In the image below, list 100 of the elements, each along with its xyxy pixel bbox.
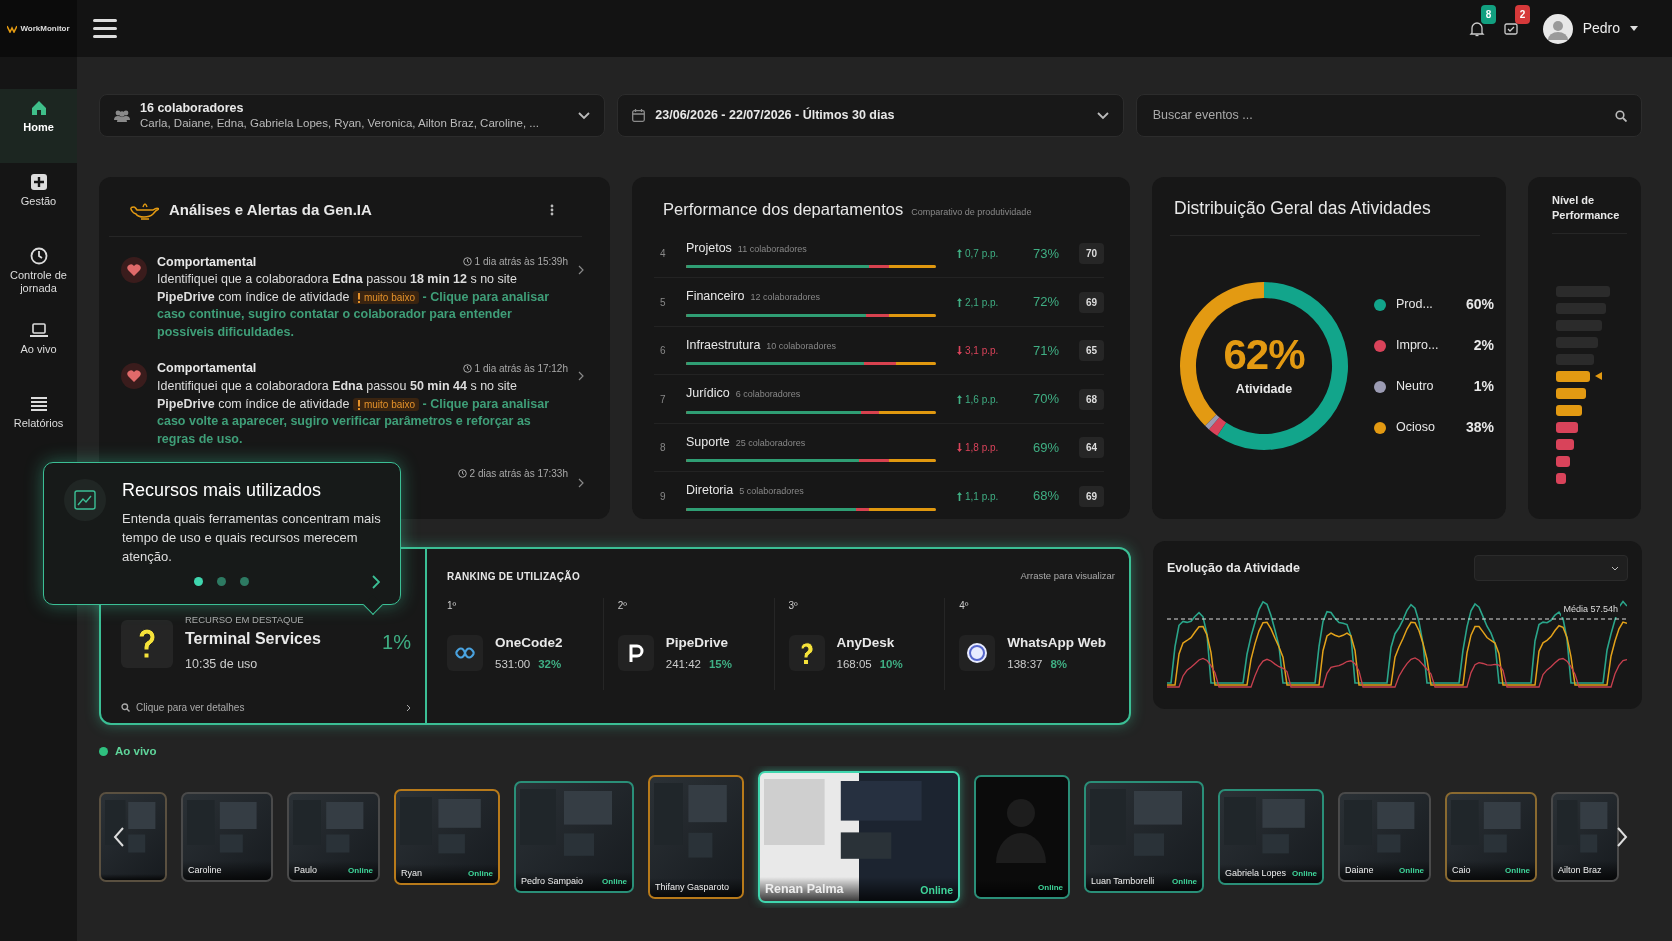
screen-thumbnail[interactable]: Ryan Online bbox=[394, 789, 500, 886]
usage-time: 531:00 bbox=[495, 657, 531, 673]
member-count: 11 colaboradores bbox=[737, 242, 807, 256]
legend-value: 1% bbox=[1472, 377, 1494, 397]
screen-thumbnail[interactable]: Paulo Online bbox=[287, 792, 380, 883]
usage-share: 1% bbox=[382, 630, 411, 655]
sidebar-item[interactable]: Gestão bbox=[0, 163, 77, 237]
online-status: Online bbox=[920, 882, 953, 898]
legend-label: Neutro bbox=[1396, 378, 1435, 396]
rank-position: 3º bbox=[788, 599, 799, 613]
sidebar-item[interactable]: Relatórios bbox=[0, 385, 77, 459]
department-name: Financeiro bbox=[686, 288, 745, 306]
sidebar-item[interactable]: Controle de jornada bbox=[0, 237, 77, 311]
chevron-down-icon[interactable] bbox=[578, 111, 591, 120]
checkbox-icon[interactable] bbox=[1502, 21, 1519, 38]
chart-icon bbox=[64, 479, 106, 521]
popover-title: Recursos mais utilizados bbox=[122, 479, 323, 502]
chevron-left-icon[interactable] bbox=[113, 827, 125, 848]
question-mark-icon bbox=[121, 619, 173, 668]
message-count: 2 bbox=[1514, 4, 1531, 24]
section-title: RANKING DE UTILIZAÇÃO bbox=[447, 569, 580, 584]
score-value: 69 bbox=[1079, 485, 1104, 507]
filter-names: Carla, Daiane, Edna, Gabriela Lopes, Ryan, Veronica, Ailton Braz, Caroline, ... bbox=[140, 116, 540, 131]
app-name: OneCode2 bbox=[495, 634, 563, 652]
caret-icon[interactable] bbox=[1630, 26, 1638, 31]
clock-icon bbox=[462, 364, 472, 374]
score-value: 69 bbox=[1079, 291, 1104, 313]
laptop-icon[interactable] bbox=[29, 321, 48, 339]
legend-label: Prod... bbox=[1396, 296, 1434, 314]
details-link[interactable]: Clique para ver detalhes bbox=[136, 700, 245, 715]
clock-icon bbox=[462, 257, 472, 267]
percent-value: 73% bbox=[1032, 244, 1060, 263]
user-name: Daiane bbox=[1345, 863, 1374, 877]
member-count: 10 colaboradores bbox=[766, 339, 836, 353]
user-name: Ailton Braz bbox=[1558, 863, 1602, 877]
unavailable-screen-thumbnail[interactable]: Online bbox=[974, 775, 1070, 900]
home-icon[interactable] bbox=[29, 99, 48, 117]
department-name: Suporte bbox=[686, 433, 730, 451]
list-icon[interactable] bbox=[29, 395, 48, 413]
search-bar[interactable]: Buscar eventos ... bbox=[1135, 94, 1642, 137]
panel-title: Performance dos departamentos bbox=[663, 199, 904, 220]
more-icon[interactable] bbox=[550, 204, 554, 217]
rank-position: 2º bbox=[617, 599, 628, 613]
department-name: Projetos bbox=[686, 239, 732, 257]
menu-icon[interactable] bbox=[93, 17, 119, 40]
screen-thumbnail[interactable]: Thifany Gasparoto bbox=[648, 775, 744, 900]
hint-text: Arraste para visualizar bbox=[1020, 569, 1115, 583]
legend-value: 2% bbox=[1472, 336, 1494, 356]
user-name: Renan Palma bbox=[765, 880, 844, 898]
screen-thumbnail[interactable]: Ailton Braz bbox=[1551, 792, 1619, 883]
pagination-dot[interactable] bbox=[217, 577, 226, 587]
screen-thumbnail[interactable]: Luan Tamborelli Online bbox=[1084, 781, 1204, 894]
search-icon bbox=[121, 703, 130, 712]
clock-icon[interactable] bbox=[29, 247, 48, 265]
app-name: PipeDrive bbox=[665, 634, 730, 652]
percent-value: 70% bbox=[1032, 390, 1060, 409]
sidebar-item[interactable]: Ao vivo bbox=[0, 311, 77, 385]
chevron-right-icon[interactable] bbox=[578, 264, 584, 275]
screen-thumbnail[interactable]: Daiane Online bbox=[1338, 792, 1431, 883]
chevron-right-icon[interactable] bbox=[406, 703, 411, 712]
sidebar-item[interactable]: Home bbox=[0, 89, 77, 163]
pagination-dot[interactable] bbox=[240, 577, 249, 587]
date-range-filter[interactable]: 23/06/2026 - 22/07/2026 - Últimos 30 dias bbox=[617, 94, 1124, 137]
rank-position: 1º bbox=[447, 599, 458, 613]
user-name[interactable]: Pedro bbox=[1582, 18, 1620, 39]
trend-delta: 1,8 p.p. bbox=[965, 441, 999, 455]
exclamation-icon bbox=[356, 293, 361, 304]
trend-delta: 1,6 p.p. bbox=[965, 392, 999, 407]
calendar-icon bbox=[632, 109, 646, 122]
screen-thumbnail[interactable]: Renan Palma Online bbox=[758, 771, 960, 904]
trend-delta: 1,1 p.p. bbox=[965, 489, 999, 504]
pagination-dot[interactable] bbox=[194, 577, 203, 587]
search-field[interactable]: Buscar eventos ... bbox=[1150, 105, 1605, 126]
collaborator-filter[interactable]: 16 colaboradores Carla, Daiane, Edna, Gabriela Lopes, Ryan, Veronica, Ailton Braz, Caroline, ... bbox=[99, 94, 606, 137]
score-value: 64 bbox=[1079, 437, 1104, 458]
search-icon[interactable] bbox=[1615, 109, 1627, 122]
chevron-down-icon[interactable] bbox=[1096, 111, 1109, 120]
screen-thumbnail[interactable]: Pedro Sampaio Online bbox=[514, 781, 634, 894]
online-status: Online bbox=[1505, 865, 1530, 878]
rank-number: 5 bbox=[659, 295, 667, 310]
logo-icon bbox=[7, 24, 18, 33]
screen-thumbnail[interactable]: Gabriela Lopes Online bbox=[1218, 789, 1324, 886]
user-name: Caroline bbox=[188, 863, 222, 877]
app-name: AnyDesk bbox=[836, 634, 896, 652]
screen-thumbnail[interactable]: Caroline bbox=[181, 792, 273, 883]
avatar-icon[interactable] bbox=[1542, 13, 1573, 44]
chevron-right-icon[interactable] bbox=[578, 478, 584, 488]
screen-thumbnail[interactable]: Caio Online bbox=[1445, 792, 1537, 883]
chevron-right-icon[interactable] bbox=[372, 574, 380, 589]
legend-value: 38% bbox=[1464, 418, 1494, 438]
exclamation-icon bbox=[356, 399, 361, 410]
plus-square-icon[interactable] bbox=[29, 173, 48, 191]
bell-icon[interactable] bbox=[1468, 21, 1485, 38]
panel-title: Nível de Performance bbox=[1552, 193, 1627, 234]
user-name: Gabriela Lopes bbox=[1225, 866, 1287, 880]
rank-number: 4 bbox=[659, 247, 667, 261]
chevron-right-icon[interactable] bbox=[578, 371, 584, 382]
usage-time: 10:35 de uso bbox=[185, 656, 259, 674]
chevron-down-icon[interactable] bbox=[1611, 565, 1619, 571]
legend-label: Ocioso bbox=[1396, 419, 1436, 437]
